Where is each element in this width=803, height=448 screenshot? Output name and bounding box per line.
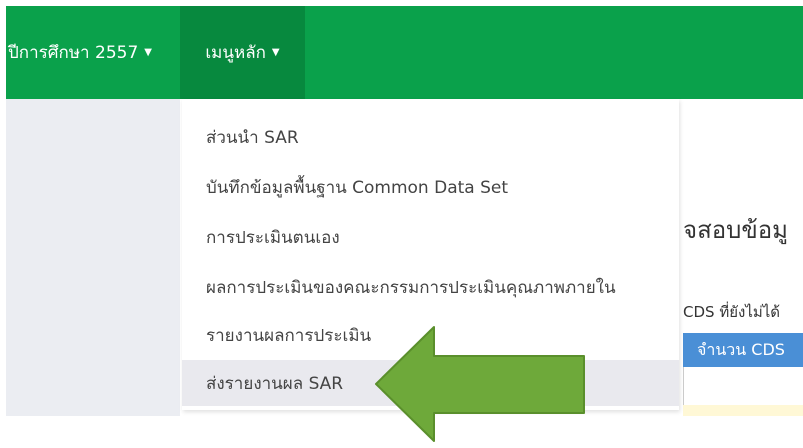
- academic-year-label: ปีการศึกษา 2557: [8, 43, 139, 63]
- caret-down-icon: ▼: [144, 47, 152, 58]
- left-panel: [6, 99, 180, 416]
- menu-item-self-assessment[interactable]: การประเมินตนเอง: [182, 215, 679, 259]
- table-header-cell: จำนวน CDS: [683, 333, 803, 367]
- green-pointer-arrow-icon: [375, 326, 585, 442]
- main-menu-dropdown[interactable]: เมนูหลัก ▼: [180, 6, 305, 99]
- table-footer-strip: [683, 405, 803, 416]
- caret-down-icon: ▼: [271, 47, 280, 58]
- section-subtitle-fragment: CDS ที่ยังไม่ได้: [683, 303, 781, 321]
- main-menu-label: เมนูหลัก: [205, 43, 266, 63]
- page-heading-fragment: จสอบข้อมู: [683, 216, 788, 244]
- table-row: [683, 367, 803, 407]
- top-navbar: ปีการศึกษา 2557 ▼ เมนูหลัก ▼: [6, 6, 803, 99]
- menu-item-committee-results[interactable]: ผลการประเมินของคณะกรรมการประเมินคุณภาพภา…: [182, 265, 679, 309]
- academic-year-dropdown[interactable]: ปีการศึกษา 2557 ▼: [6, 6, 152, 99]
- menu-item-common-data-set[interactable]: บันทึกข้อมูลพื้นฐาน Common Data Set: [182, 165, 679, 209]
- menu-item-sar-intro[interactable]: ส่วนนำ SAR: [182, 115, 679, 159]
